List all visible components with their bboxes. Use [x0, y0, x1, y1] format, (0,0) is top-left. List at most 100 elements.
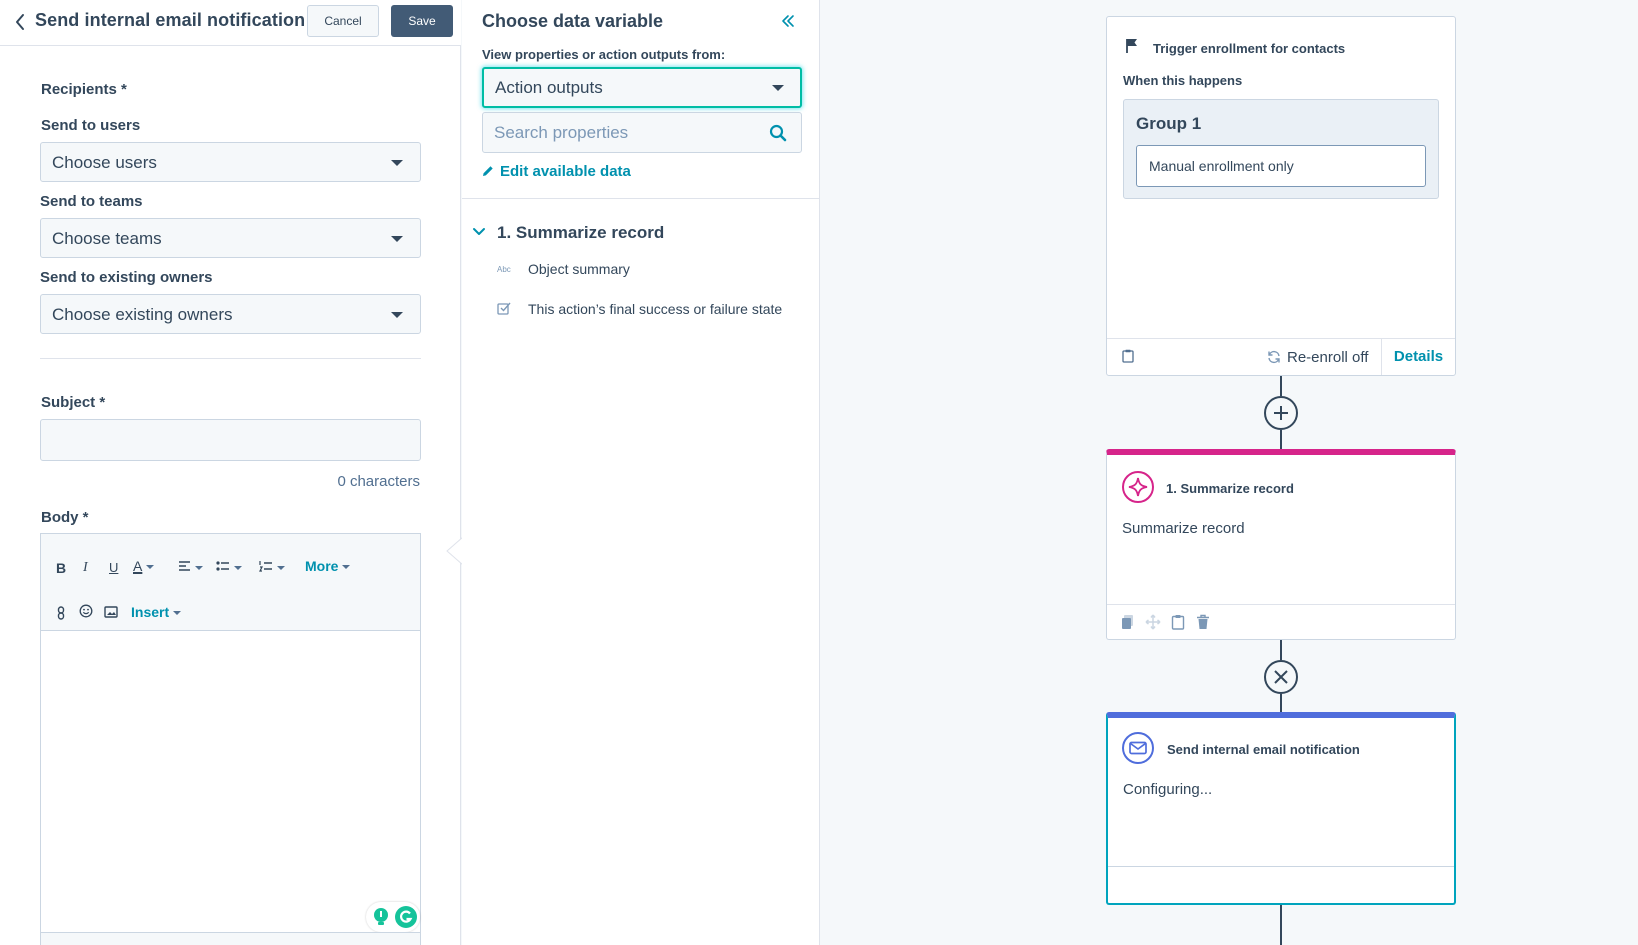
re-enroll-label: Re-enroll off	[1287, 349, 1369, 366]
search-properties-field	[482, 112, 802, 153]
trash-icon[interactable]	[1195, 614, 1211, 630]
caret-down-icon	[772, 85, 784, 91]
caret-down-icon	[391, 160, 403, 166]
bulleted-list-icon	[216, 561, 229, 571]
send-email-card[interactable]: Send internal email notification Configu…	[1106, 712, 1456, 905]
text-type-icon: Abc	[497, 265, 511, 274]
envelope-icon	[1122, 732, 1154, 764]
align-button[interactable]	[178, 559, 203, 575]
recipients-label: Recipients *	[41, 81, 127, 98]
connector-line	[1280, 430, 1282, 449]
action-name: 1. Summarize record	[1166, 481, 1294, 496]
data-variable-title: Choose data variable	[482, 11, 664, 31]
search-icon[interactable]	[769, 124, 787, 142]
summarize-record-card[interactable]: 1. Summarize record Summarize record	[1106, 449, 1456, 640]
trigger-footer: Re-enroll off Details	[1107, 338, 1455, 375]
clipboard-icon[interactable]	[1122, 349, 1134, 363]
status-check-icon	[497, 302, 511, 315]
send-to-teams-label: Send to teams	[40, 193, 143, 210]
action-outputs-section-title[interactable]: 1. Summarize record	[497, 223, 664, 243]
re-enroll-status[interactable]: Re-enroll off	[1267, 349, 1368, 366]
save-button[interactable]: Save	[391, 5, 453, 37]
grammarly-widget[interactable]	[366, 902, 420, 932]
align-left-icon	[179, 561, 190, 571]
more-menu-button[interactable]: More	[305, 558, 351, 574]
connector-line	[1280, 376, 1282, 396]
character-count: 0 characters	[337, 473, 420, 490]
connector-line	[1280, 694, 1282, 712]
card-footer-divider	[1108, 866, 1454, 867]
caret-down-icon	[173, 611, 182, 616]
details-button[interactable]: Details	[1381, 339, 1455, 375]
connector-line	[1280, 905, 1282, 945]
body-rich-text-editor[interactable]: B I U A More Insert	[40, 533, 421, 945]
link-icon	[57, 606, 65, 620]
panel-divider	[462, 198, 820, 199]
lightbulb-icon	[374, 908, 388, 925]
insert-link-button[interactable]	[56, 606, 66, 623]
teams-dropdown[interactable]: Choose teams	[40, 218, 421, 258]
chevron-down-icon[interactable]	[472, 225, 486, 239]
users-dropdown[interactable]: Choose users	[40, 142, 421, 182]
owners-dropdown-value: Choose existing owners	[52, 305, 233, 324]
editor-toolbar: B I U A More Insert	[41, 534, 420, 631]
filter-group[interactable]: Group 1 Manual enrollment only	[1123, 99, 1439, 199]
insert-image-button[interactable]	[104, 605, 118, 621]
action-description: Summarize record	[1122, 520, 1245, 537]
clipboard-icon[interactable]	[1170, 614, 1186, 630]
action-name: Send internal email notification	[1167, 742, 1360, 757]
emoji-icon	[79, 604, 93, 618]
back-chevron-icon[interactable]	[13, 12, 27, 32]
subject-input[interactable]	[40, 419, 421, 461]
numbered-list-button[interactable]	[259, 559, 285, 575]
cancel-button[interactable]: Cancel	[307, 5, 379, 37]
search-properties-input[interactable]	[483, 113, 763, 152]
group-title: Group 1	[1136, 114, 1202, 133]
body-label: Body *	[41, 509, 89, 526]
numbered-list-icon	[259, 561, 272, 572]
bulleted-list-button[interactable]	[216, 559, 242, 575]
caret-down-icon	[391, 312, 403, 318]
when-this-happens-label: When this happens	[1123, 73, 1243, 88]
action-toolbar	[1107, 604, 1455, 640]
action-config-panel: Send internal email notification Cancel …	[0, 0, 465, 945]
copy-icon[interactable]	[1120, 614, 1136, 630]
insert-emoji-button[interactable]	[79, 604, 93, 621]
close-icon	[1274, 670, 1288, 684]
more-label: More	[305, 558, 339, 574]
caret-down-icon	[146, 565, 155, 570]
filter-criteria[interactable]: Manual enrollment only	[1136, 145, 1426, 187]
owners-dropdown[interactable]: Choose existing owners	[40, 294, 421, 334]
insert-menu-button[interactable]: Insert	[131, 604, 182, 620]
collapse-double-chevron-icon[interactable]	[780, 13, 796, 29]
sparkle-icon	[1122, 471, 1154, 503]
trigger-card[interactable]: Trigger enrollment for contacts When thi…	[1106, 16, 1456, 376]
list-item-label: This action’s final success or failure s…	[528, 301, 783, 317]
users-dropdown-value: Choose users	[52, 153, 157, 172]
add-action-button[interactable]	[1264, 396, 1298, 430]
text-color-button[interactable]: A	[133, 558, 155, 574]
caret-down-icon	[342, 565, 351, 570]
panel-header: Send internal email notification Cancel …	[0, 0, 461, 46]
data-source-select[interactable]: Action outputs	[482, 67, 802, 108]
edit-available-data-link[interactable]: Edit available data	[482, 163, 631, 180]
move-icon[interactable]	[1145, 614, 1161, 630]
list-item-label: Object summary	[528, 261, 630, 277]
italic-button[interactable]: I	[83, 560, 88, 576]
connector-line	[1280, 640, 1282, 660]
grammarly-icon	[395, 906, 417, 928]
edit-available-data-label: Edit available data	[500, 163, 631, 180]
send-to-users-label: Send to users	[41, 117, 141, 134]
trigger-title: Trigger enrollment for contacts	[1153, 41, 1346, 56]
pencil-icon	[483, 166, 493, 176]
caret-down-icon	[234, 566, 242, 571]
workflow-canvas[interactable]: Trigger enrollment for contacts When thi…	[821, 0, 1638, 945]
bold-button[interactable]: B	[56, 560, 66, 576]
cancel-add-button[interactable]	[1264, 660, 1298, 694]
section-divider	[40, 358, 421, 359]
data-source-label: View properties or action outputs from:	[482, 47, 726, 62]
refresh-icon	[1268, 350, 1280, 364]
underline-button[interactable]: U	[109, 560, 118, 576]
teams-dropdown-value: Choose teams	[52, 229, 162, 248]
data-variable-panel: Choose data variable View properties or …	[462, 0, 820, 945]
